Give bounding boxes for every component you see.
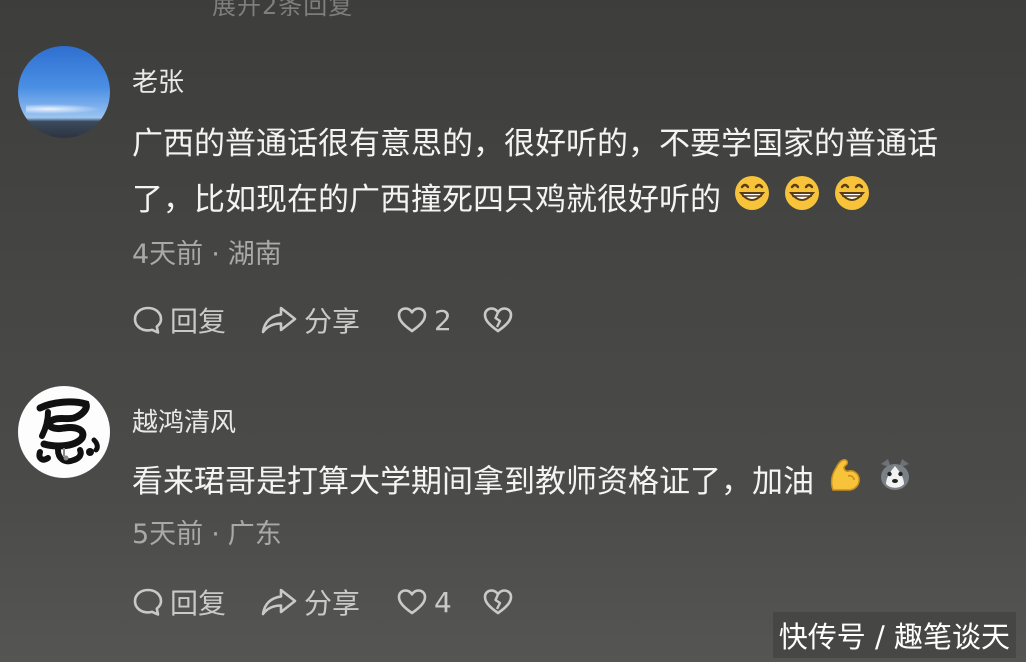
calligraphy-avatar-image	[36, 398, 100, 465]
share-icon	[260, 304, 298, 336]
dislike-button[interactable]	[482, 304, 522, 336]
comment-meta: 5天前 · 广东	[132, 512, 282, 551]
share-label: 分享	[304, 587, 361, 620]
husky-emoji	[876, 456, 914, 512]
comment-location: 广东	[227, 519, 282, 550]
watermark: 快传号 / 趣笔谈天	[772, 612, 1016, 658]
heart-icon	[396, 586, 428, 618]
comment-time: 4天前	[132, 239, 204, 270]
comment-actions: 回复 分享 2	[132, 300, 522, 340]
comment-text-line: 广西的普通话很有意思的，很好听的，不要学国家的普通话	[132, 126, 938, 162]
reply-button[interactable]: 回复	[132, 300, 260, 340]
dislike-button[interactable]	[482, 586, 522, 618]
comment-username[interactable]: 越鸿清风	[132, 402, 236, 439]
reply-button[interactable]: 回复	[132, 582, 260, 622]
broken-heart-icon	[482, 304, 514, 336]
comment-item: 越鸿清风 看来珺哥是打算大学期间拿到教师资格证了，加油 5天前 · 广东 回复 分享…	[0, 382, 1026, 642]
like-button[interactable]: 4	[396, 586, 482, 619]
reply-label: 回复	[170, 587, 227, 620]
grin-emoji	[783, 174, 821, 230]
comment-time: 5天前	[132, 519, 204, 550]
share-label: 分享	[304, 305, 361, 338]
meta-separator: ·	[211, 519, 220, 550]
heart-icon	[396, 304, 428, 336]
reply-icon	[132, 304, 164, 336]
share-button[interactable]: 分享	[260, 300, 396, 340]
comment-location: 湖南	[227, 239, 282, 270]
avatar[interactable]	[18, 46, 110, 138]
reply-label: 回复	[170, 305, 227, 338]
grin-emoji	[733, 174, 771, 230]
comment-meta: 4天前 · 湖南	[132, 232, 282, 271]
reply-icon	[132, 586, 164, 618]
comment-username[interactable]: 老张	[132, 62, 184, 99]
comment-text-line: 看来珺哥是打算大学期间拿到教师资格证了，加油	[132, 464, 814, 500]
comment-actions: 回复 分享 4	[132, 582, 522, 622]
like-count: 4	[434, 585, 452, 619]
broken-heart-icon	[482, 586, 514, 618]
grin-emoji	[833, 174, 871, 230]
flexed-biceps-emoji	[826, 456, 864, 512]
share-button[interactable]: 分享	[260, 582, 396, 622]
comment-item: 老张 广西的普通话很有意思的，很好听的，不要学国家的普通话 了，比如现在的广西撞…	[0, 42, 1026, 352]
comment-text-line-with-emoji: 了，比如现在的广西撞死四只鸡就很好听的	[132, 172, 871, 230]
share-icon	[260, 586, 298, 618]
collapsed-replies-link[interactable]: 展开2条回复	[212, 0, 353, 21]
meta-separator: ·	[211, 239, 220, 270]
avatar[interactable]	[18, 386, 110, 478]
like-button[interactable]: 2	[396, 304, 482, 337]
comment-text-line-with-emoji: 看来珺哥是打算大学期间拿到教师资格证了，加油	[132, 454, 914, 512]
like-count: 2	[434, 303, 452, 337]
comment-text-line: 了，比如现在的广西撞死四只鸡就很好听的	[132, 182, 721, 218]
